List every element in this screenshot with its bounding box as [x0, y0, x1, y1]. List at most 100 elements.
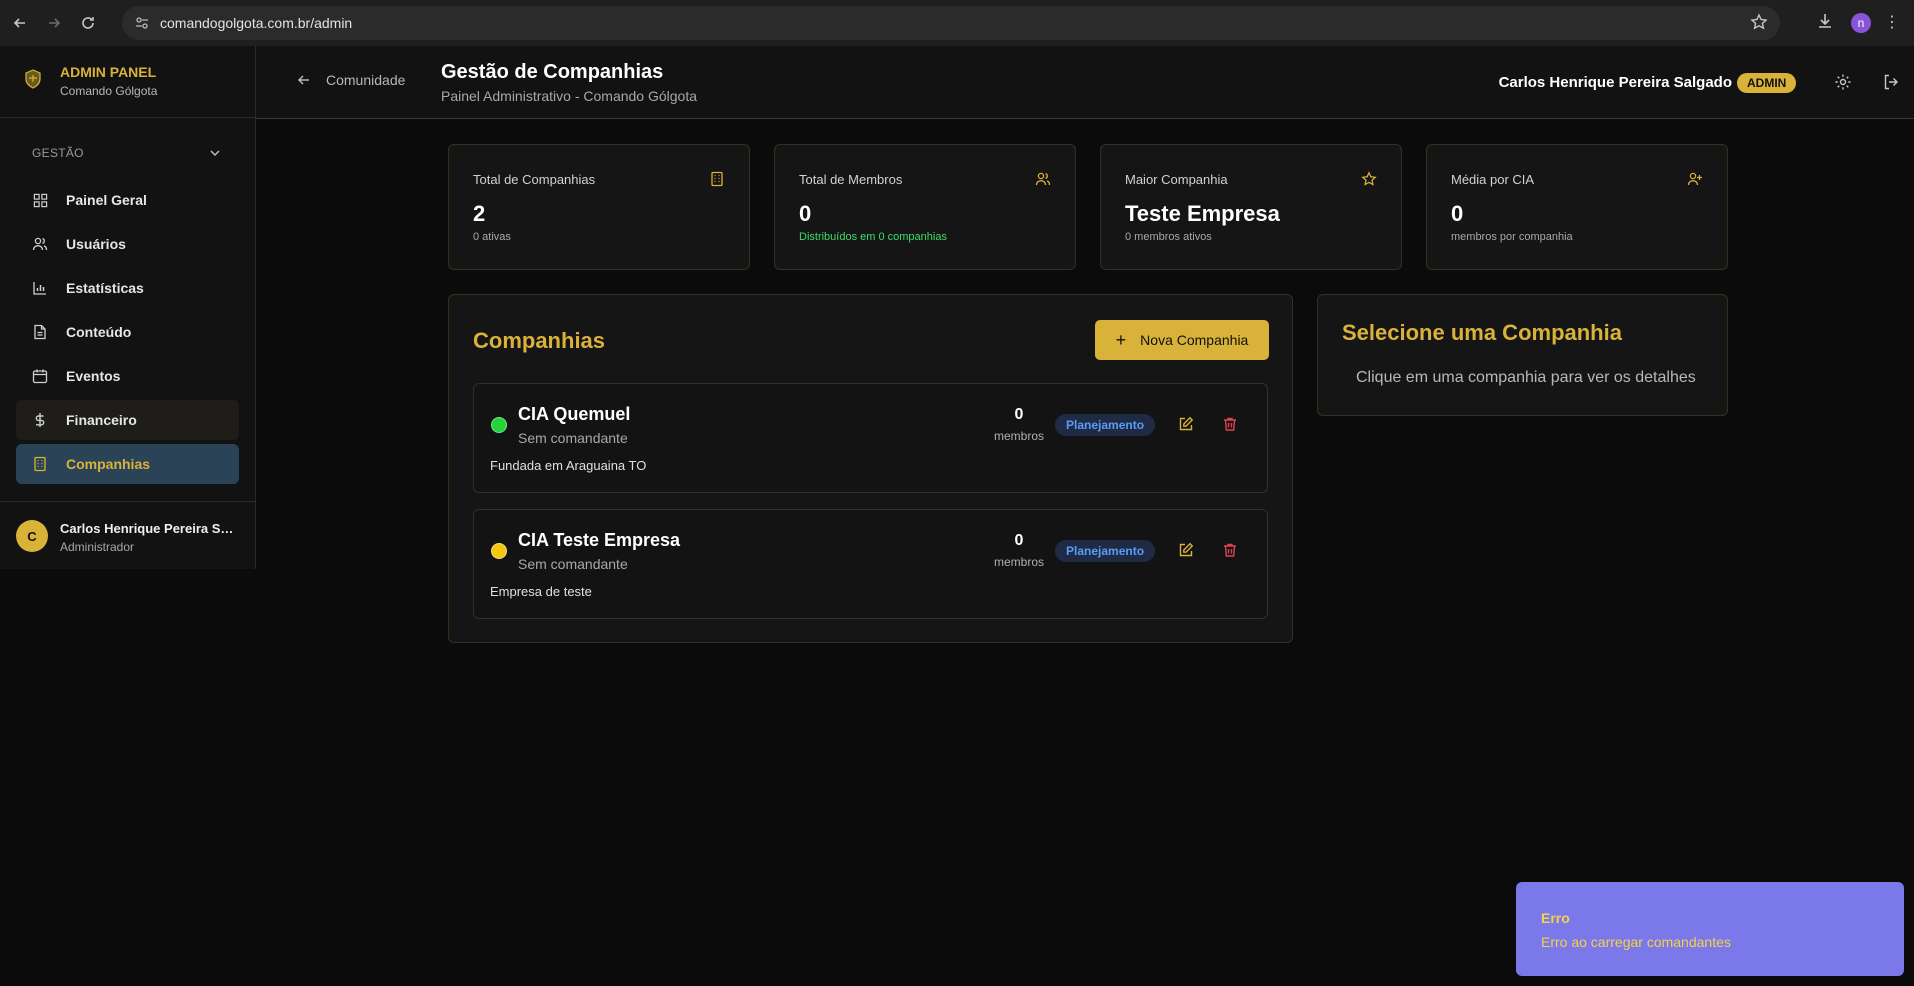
- sidebar-item-usuarios[interactable]: Usuários: [16, 224, 239, 264]
- status-badge: Planejamento: [1055, 414, 1156, 436]
- url-text[interactable]: comandogolgota.com.br/admin: [160, 15, 352, 31]
- back-arrow-icon[interactable]: [6, 9, 34, 37]
- company-name: CIA Quemuel: [518, 404, 631, 424]
- grid-icon: [32, 192, 48, 208]
- member-count: 0: [1014, 532, 1024, 549]
- stat-sub: 0 membros ativos: [1125, 231, 1212, 243]
- stat-card-total-membros: Total de Membros 0 Distribuídos em 0 com…: [774, 144, 1076, 270]
- stat-value: 0: [1451, 201, 1464, 226]
- settings-gear-icon[interactable]: [1834, 73, 1852, 96]
- download-icon[interactable]: [1815, 11, 1835, 36]
- forward-arrow-icon[interactable]: [40, 9, 68, 37]
- stat-label: Média por CIA: [1451, 172, 1535, 187]
- sidebar-item-label: Eventos: [66, 368, 121, 384]
- stat-label: Maior Companhia: [1125, 172, 1228, 187]
- sidebar: ADMIN PANEL Comando Gólgota GESTÃO Paine…: [0, 46, 256, 569]
- sidebar-item-estatisticas[interactable]: Estatísticas: [16, 268, 239, 308]
- new-company-label: Nova Companhia: [1140, 332, 1249, 348]
- stat-card-media-por-cia: Média por CIA 0 membros por companhia: [1426, 144, 1728, 270]
- stat-value: 2: [473, 201, 486, 226]
- sidebar-item-label: Financeiro: [66, 412, 137, 428]
- edit-icon[interactable]: [1178, 416, 1194, 437]
- company-description: Fundada em Araguaina TO: [490, 458, 647, 473]
- stat-sub: Distribuídos em 0 companhias: [799, 231, 947, 243]
- dollar-icon: [32, 412, 48, 428]
- toast-message: Erro ao carregar comandantes: [1541, 934, 1731, 950]
- address-bar[interactable]: comandogolgota.com.br/admin: [122, 6, 1780, 40]
- status-dot: [491, 543, 507, 559]
- page-header: Comunidade Gestão de Companhias Painel A…: [256, 46, 1914, 119]
- sidebar-nav: Painel Geral Usuários Estatísticas Conte…: [16, 180, 239, 488]
- member-count-label: membros: [993, 429, 1044, 443]
- sidebar-item-companhias[interactable]: Companhias: [16, 444, 239, 484]
- sidebar-item-label: Estatísticas: [66, 280, 144, 296]
- page-subtitle: Painel Administrativo - Comando Gólgota: [441, 88, 698, 104]
- building-icon: [711, 171, 723, 187]
- company-commander: Sem comandante: [518, 430, 628, 446]
- plus-icon: +: [1115, 330, 1127, 350]
- bookmark-star-icon[interactable]: [1750, 13, 1768, 36]
- calendar-icon: [32, 368, 48, 384]
- stat-card-total-companhias: Total de Companhias 2 0 ativas: [448, 144, 750, 270]
- star-icon: [1361, 171, 1377, 186]
- document-icon: [32, 324, 48, 340]
- status-dot: [491, 417, 507, 433]
- company-description: Empresa de teste: [490, 584, 592, 599]
- header-user-name: Carlos Henrique Pereira Salgado: [1498, 74, 1732, 91]
- details-title: Selecione uma Companhia: [1342, 320, 1622, 345]
- brand-title: ADMIN PANEL: [60, 64, 157, 80]
- sidebar-item-label: Companhias: [66, 456, 151, 472]
- sidebar-user[interactable]: C Carlos Henrique Pereira Salgado Admini…: [0, 501, 255, 569]
- company-card-teste-empresa[interactable]: CIA Teste Empresa Sem comandante Empresa…: [473, 509, 1268, 619]
- profile-avatar[interactable]: n: [1851, 13, 1871, 33]
- users-icon: [1035, 172, 1051, 186]
- back-label: Comunidade: [326, 72, 406, 88]
- kebab-menu-icon[interactable]: ⋮: [1884, 13, 1900, 33]
- stat-label: Total de Companhias: [473, 172, 596, 187]
- sidebar-item-financeiro[interactable]: Financeiro: [16, 400, 239, 440]
- admin-badge: ADMIN: [1737, 73, 1797, 93]
- error-toast[interactable]: Erro Erro ao carregar comandantes: [1516, 882, 1904, 976]
- trash-icon[interactable]: [1222, 542, 1238, 563]
- companies-title: Companhias: [473, 328, 606, 353]
- stat-sub: 0 ativas: [473, 231, 511, 243]
- stat-value: 0: [799, 201, 812, 226]
- company-card-quemuel[interactable]: CIA Quemuel Sem comandante Fundada em Ar…: [473, 383, 1268, 493]
- logout-icon[interactable]: [1882, 73, 1900, 96]
- browser-toolbar: comandogolgota.com.br/admin n ⋮: [0, 0, 1914, 46]
- section-label: GESTÃO: [32, 146, 84, 160]
- details-hint: Clique em uma companhia para ver os deta…: [1356, 369, 1696, 386]
- avatar: C: [16, 520, 48, 552]
- stat-card-maior-companhia: Maior Companhia Teste Empresa 0 membros …: [1100, 144, 1402, 270]
- brand-subtitle: Comando Gólgota: [60, 84, 158, 98]
- building-icon: [32, 456, 48, 472]
- reload-icon[interactable]: [74, 9, 102, 37]
- status-badge: Planejamento: [1055, 540, 1156, 562]
- user-name: Carlos Henrique Pereira Salgado: [60, 521, 240, 536]
- sidebar-item-label: Conteúdo: [66, 324, 132, 340]
- sidebar-item-conteudo[interactable]: Conteúdo: [16, 312, 239, 352]
- toast-title: Erro: [1541, 910, 1570, 926]
- edit-icon[interactable]: [1178, 542, 1194, 563]
- shield-logo-icon: [25, 69, 41, 89]
- back-to-comunidade-button[interactable]: Comunidade: [296, 72, 405, 88]
- arrow-left-icon: [297, 75, 309, 85]
- stat-label: Total de Membros: [799, 172, 903, 187]
- sidebar-item-eventos[interactable]: Eventos: [16, 356, 239, 396]
- section-gestao[interactable]: GESTÃO: [32, 146, 222, 160]
- company-commander: Sem comandante: [518, 556, 628, 572]
- new-company-button[interactable]: + Nova Companhia: [1095, 320, 1269, 360]
- brand: ADMIN PANEL Comando Gólgota: [0, 46, 255, 118]
- trash-icon[interactable]: [1222, 416, 1238, 437]
- member-count-label: membros: [993, 555, 1044, 569]
- user-role: Administrador: [60, 540, 135, 554]
- sidebar-item-label: Painel Geral: [66, 192, 147, 208]
- company-name: CIA Teste Empresa: [518, 530, 681, 550]
- bar-chart-icon: [32, 280, 48, 296]
- sidebar-item-painel-geral[interactable]: Painel Geral: [16, 180, 239, 220]
- chevron-down-icon: [210, 150, 220, 157]
- site-settings-icon[interactable]: [128, 9, 156, 37]
- page-title: Gestão de Companhias: [441, 61, 664, 83]
- stat-value: Teste Empresa: [1125, 201, 1280, 226]
- user-plus-icon: [1687, 172, 1702, 186]
